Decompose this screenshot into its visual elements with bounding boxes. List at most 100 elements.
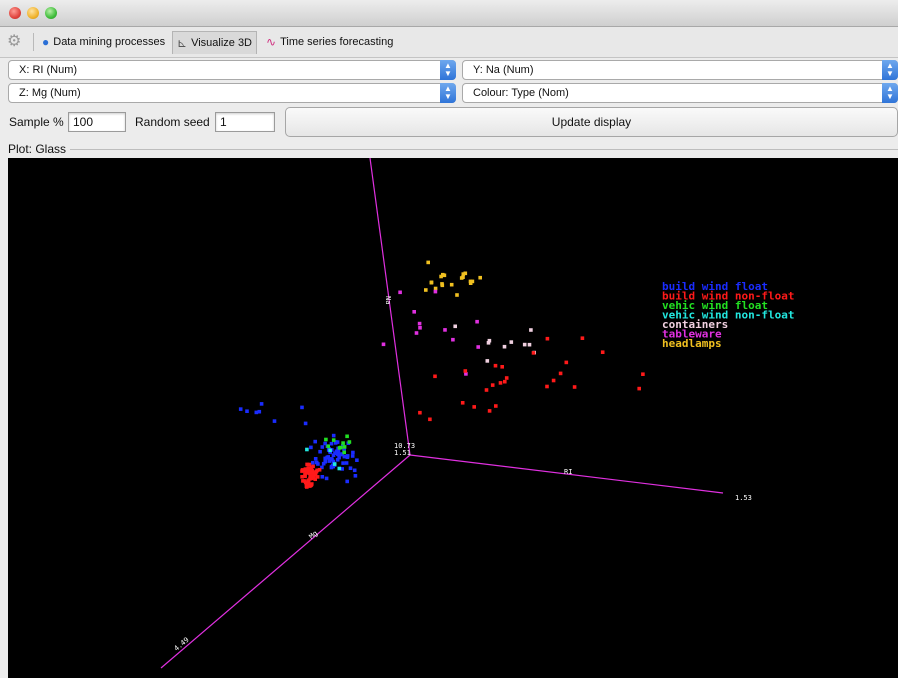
data-point xyxy=(418,326,422,330)
data-point xyxy=(348,466,353,470)
data-point xyxy=(493,363,498,368)
data-point xyxy=(487,409,492,413)
zoom-window-button[interactable] xyxy=(45,7,57,19)
data-point xyxy=(303,472,307,477)
data-point xyxy=(334,449,339,454)
data-point xyxy=(529,328,533,332)
data-point xyxy=(329,457,334,461)
data-point xyxy=(300,405,304,410)
data-point xyxy=(309,445,313,450)
data-point xyxy=(490,383,495,387)
tab-bar: ⚙ ● Data mining processes ⊾ Visualize 3D… xyxy=(0,27,898,58)
data-point xyxy=(424,288,428,292)
data-point xyxy=(308,484,312,488)
data-point xyxy=(433,286,438,291)
select-arrows-icon: ▲ ▼ xyxy=(882,83,898,103)
select-arrows-icon: ▲ ▼ xyxy=(440,83,456,103)
gear-icon[interactable]: ⚙ xyxy=(7,34,23,50)
z-axis-line xyxy=(160,454,411,669)
data-point xyxy=(381,342,386,347)
data-point xyxy=(527,342,532,347)
data-point xyxy=(329,441,334,446)
data-point xyxy=(449,282,454,287)
data-point xyxy=(509,340,514,344)
data-point xyxy=(564,360,569,365)
update-display-button[interactable]: Update display xyxy=(285,107,898,137)
tab-visualize-3d[interactable]: ⊾ Visualize 3D xyxy=(172,31,258,54)
z-axis-label: Mg xyxy=(308,529,320,541)
data-point xyxy=(304,481,309,486)
colour-select[interactable]: Colour: Type (Nom) ▲ ▼ xyxy=(462,83,898,103)
data-point xyxy=(352,468,357,473)
data-point xyxy=(323,459,327,464)
legend-item: headlamps xyxy=(662,337,722,350)
data-point xyxy=(545,336,550,341)
y-axis-select[interactable]: Y: Na (Num) ▲ ▼ xyxy=(462,60,898,80)
data-point xyxy=(412,310,416,314)
tab-separator xyxy=(33,33,34,51)
data-point xyxy=(313,457,318,461)
data-point xyxy=(305,467,310,472)
title-bar xyxy=(0,0,898,27)
data-point xyxy=(326,456,330,460)
z-axis-select-value: Z: Mg (Num) xyxy=(19,87,81,99)
data-point xyxy=(272,419,277,423)
data-point xyxy=(303,421,308,426)
data-point xyxy=(326,444,330,449)
data-point xyxy=(500,365,504,369)
plot-area[interactable]: Na 10.73 1.51 RI 1.53 Mg 4.49 build wind… xyxy=(8,158,898,678)
x-axis-tick: 1.53 xyxy=(735,494,752,502)
scatter-3d-canvas[interactable]: Na 10.73 1.51 RI 1.53 Mg 4.49 build wind… xyxy=(8,158,898,678)
data-point xyxy=(398,290,402,295)
data-point xyxy=(342,445,347,449)
data-point xyxy=(310,475,314,480)
globe-icon: ● xyxy=(42,35,50,49)
tab-label: Time series forecasting xyxy=(280,36,394,48)
data-point xyxy=(345,434,349,439)
data-point xyxy=(318,449,322,454)
y-axis-label: Na xyxy=(384,296,392,304)
tab-label: Visualize 3D xyxy=(191,37,253,49)
data-point xyxy=(337,466,342,471)
data-point xyxy=(494,404,498,408)
data-point xyxy=(315,468,319,473)
x-axis-select-value: X: RI (Num) xyxy=(19,64,78,76)
sample-percent-field[interactable]: 100 xyxy=(68,112,126,132)
data-point xyxy=(433,374,437,379)
data-point xyxy=(453,324,457,329)
tab-time-series-forecasting[interactable]: ∿ Time series forecasting xyxy=(262,32,397,52)
data-point xyxy=(417,321,422,326)
random-seed-field[interactable]: 1 xyxy=(215,112,275,132)
tab-label: Data mining processes xyxy=(53,36,166,48)
data-point xyxy=(433,289,438,294)
data-point xyxy=(341,441,345,445)
data-point xyxy=(522,342,527,347)
data-points xyxy=(238,260,645,489)
data-point xyxy=(531,351,536,355)
select-arrows-icon: ▲ ▼ xyxy=(440,60,456,80)
data-point xyxy=(257,409,262,414)
data-point xyxy=(478,275,482,280)
data-point xyxy=(428,417,432,422)
data-point xyxy=(342,450,346,455)
tab-data-mining-processes[interactable]: ● Data mining processes xyxy=(38,32,169,52)
y-axis-line xyxy=(369,158,411,456)
plot-group-label: Plot: Glass xyxy=(8,142,67,156)
data-point xyxy=(487,338,492,343)
minimize-window-button[interactable] xyxy=(27,7,39,19)
data-point xyxy=(485,359,490,363)
x-axis-select[interactable]: X: RI (Num) ▲ ▼ xyxy=(8,60,456,80)
z-axis-select[interactable]: Z: Mg (Num) ▲ ▼ xyxy=(8,83,456,103)
data-point xyxy=(316,462,320,466)
data-point xyxy=(475,319,479,324)
data-point xyxy=(353,474,358,478)
data-point xyxy=(320,445,325,449)
data-point xyxy=(484,388,489,392)
data-point xyxy=(455,293,459,297)
select-arrows-icon: ▲ ▼ xyxy=(882,60,898,80)
data-point xyxy=(313,477,317,481)
data-point xyxy=(443,328,447,332)
close-window-button[interactable] xyxy=(9,7,21,19)
y-axis-select-value: Y: Na (Num) xyxy=(473,64,534,76)
data-point xyxy=(504,376,509,380)
